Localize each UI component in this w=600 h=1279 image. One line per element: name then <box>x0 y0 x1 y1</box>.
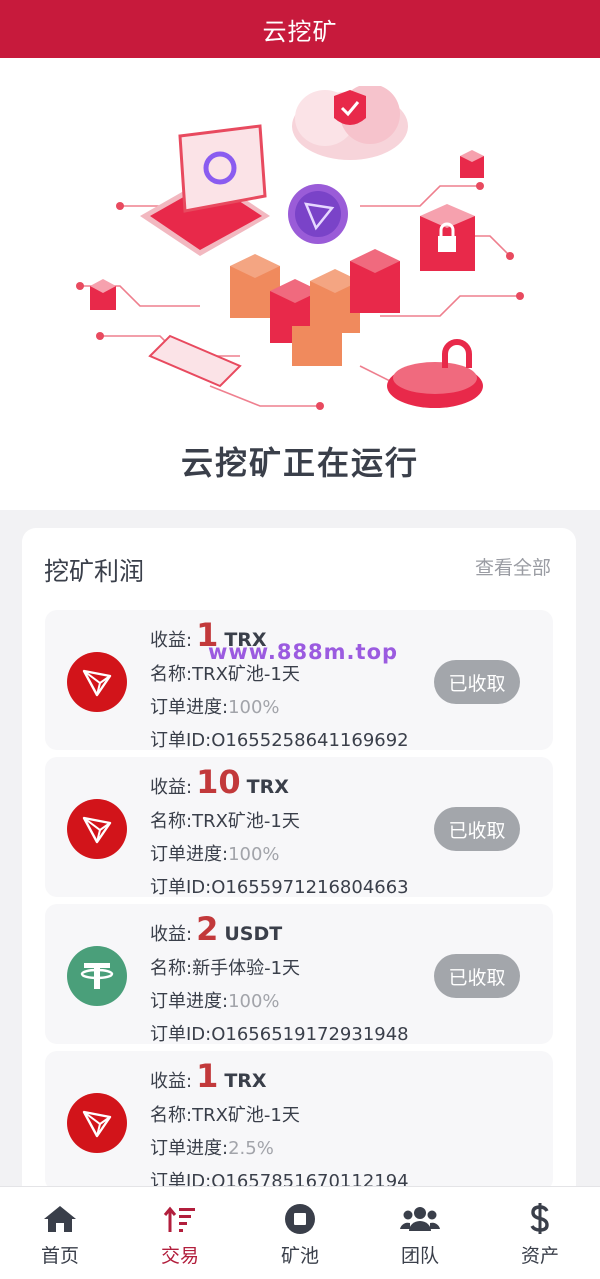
profit-info: 收益: 1 TRX 名称:TRX矿池-1天 订单进度:100% 订单ID:O16… <box>150 616 409 757</box>
view-all-link[interactable]: 查看全部 <box>475 553 551 580</box>
tab-trade[interactable]: 交易 <box>120 1187 240 1279</box>
tron-icon <box>67 799 127 859</box>
tab-label: 矿池 <box>280 1245 319 1267</box>
tron-icon <box>67 1093 127 1153</box>
name-label: 名称: <box>150 958 193 979</box>
progress-value: 2.5% <box>228 1138 274 1159</box>
mining-status-title: 云挖矿正在运行 <box>180 444 419 482</box>
order-label: 订单ID: <box>150 730 212 751</box>
progress-label: 订单进度: <box>150 844 229 865</box>
order-label: 订单ID: <box>150 877 212 898</box>
progress-label: 订单进度: <box>150 1138 229 1159</box>
bottom-tab-bar: 首页 交易 矿池 团队 资产 <box>0 1186 600 1279</box>
progress-value: 100% <box>228 697 280 718</box>
tron-icon <box>67 652 127 712</box>
profit-info: 收益: 2 USDT 名称:新手体验-1天 订单进度:100% 订单ID:O16… <box>150 910 409 1051</box>
profit-item: 收益: 1 TRX 名称:TRX矿池-1天 订单进度:2.5% 订单ID:O16… <box>45 1051 553 1192</box>
users-icon <box>400 1203 440 1235</box>
order-id: O1656519172931948 <box>211 1024 409 1045</box>
collected-button[interactable]: 已收取 <box>434 660 520 704</box>
mining-illustration <box>76 86 524 410</box>
sort-icon <box>163 1203 197 1235</box>
income-unit: USDT <box>224 923 283 945</box>
page-title: 云挖矿 <box>262 17 338 46</box>
pool-name: 新手体验-1天 <box>192 958 301 979</box>
tab-pool[interactable]: 矿池 <box>240 1187 360 1279</box>
income-label: 收益: <box>150 777 193 798</box>
name-label: 名称: <box>150 664 193 685</box>
mining-profits-card: 挖矿利润 查看全部 收益: 1 TRX 名称:TRX矿池-1天 订单进度:100… <box>22 528 576 1228</box>
income-label: 收益: <box>150 630 193 651</box>
tab-label: 首页 <box>40 1245 79 1267</box>
progress-value: 100% <box>228 844 280 865</box>
tab-label: 团队 <box>400 1245 439 1267</box>
profit-info: 收益: 10 TRX 名称:TRX矿池-1天 订单进度:100% 订单ID:O1… <box>150 763 409 904</box>
income-amount: 10 <box>196 763 241 801</box>
tab-assets[interactable]: 资产 <box>480 1187 600 1279</box>
card-header: 挖矿利润 查看全部 <box>22 528 576 600</box>
pool-name: TRX矿池-1天 <box>192 1105 300 1126</box>
app-header: 云挖矿 <box>0 0 600 58</box>
income-amount: 1 <box>196 1057 219 1095</box>
order-id: O1655258641169692 <box>211 730 409 751</box>
profit-item: 收益: 10 TRX 名称:TRX矿池-1天 订单进度:100% 订单ID:O1… <box>45 757 553 898</box>
home-icon <box>42 1203 78 1235</box>
card-title: 挖矿利润 <box>44 557 145 586</box>
order-label: 订单ID: <box>150 1024 212 1045</box>
tab-team[interactable]: 团队 <box>360 1187 480 1279</box>
collected-button[interactable]: 已收取 <box>434 807 520 851</box>
tab-home[interactable]: 首页 <box>0 1187 120 1279</box>
profit-info: 收益: 1 TRX 名称:TRX矿池-1天 订单进度:2.5% 订单ID:O16… <box>150 1057 409 1198</box>
progress-label: 订单进度: <box>150 991 229 1012</box>
income-amount: 2 <box>196 910 219 948</box>
tether-icon <box>67 946 127 1006</box>
tab-label: 资产 <box>520 1245 559 1267</box>
name-label: 名称: <box>150 1105 193 1126</box>
hero-banner: 云挖矿正在运行 <box>0 58 600 510</box>
tab-label: 交易 <box>160 1245 199 1267</box>
progress-value: 100% <box>228 991 280 1012</box>
profit-item: 收益: 2 USDT 名称:新手体验-1天 订单进度:100% 订单ID:O16… <box>45 904 553 1045</box>
income-label: 收益: <box>150 1071 193 1092</box>
collected-button[interactable]: 已收取 <box>434 954 520 998</box>
progress-label: 订单进度: <box>150 697 229 718</box>
income-label: 收益: <box>150 924 193 945</box>
income-unit: TRX <box>246 776 289 798</box>
name-label: 名称: <box>150 811 193 832</box>
pool-name: TRX矿池-1天 <box>192 664 300 685</box>
order-id: O1655971216804663 <box>211 877 409 898</box>
stop-circle-icon <box>284 1203 316 1235</box>
watermark: www.888m.top <box>208 640 399 664</box>
profit-item: 收益: 1 TRX 名称:TRX矿池-1天 订单进度:100% 订单ID:O16… <box>45 610 553 751</box>
income-unit: TRX <box>224 1070 267 1092</box>
dollar-icon <box>529 1203 551 1235</box>
pool-name: TRX矿池-1天 <box>192 811 300 832</box>
